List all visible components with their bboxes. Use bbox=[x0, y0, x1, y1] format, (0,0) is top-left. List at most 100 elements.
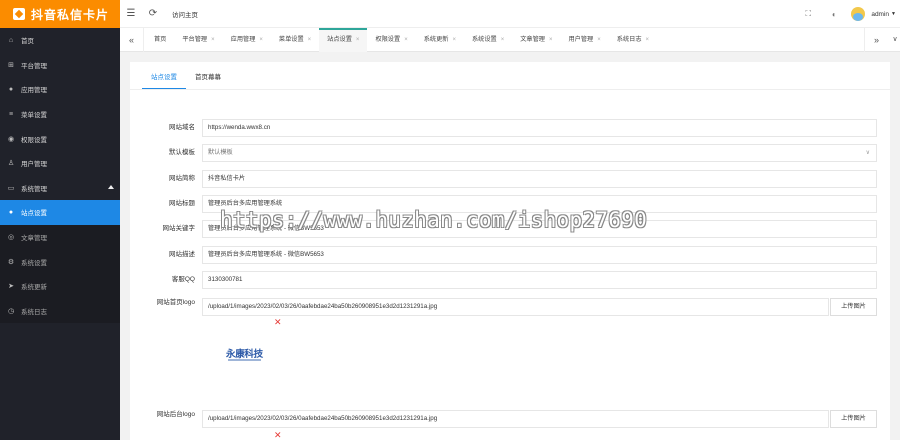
site-description-input[interactable]: 管理员后台多应用管理系统 - 微信BW5653 bbox=[202, 246, 877, 264]
sidebar-item-system[interactable]: ▭ 系统管理 bbox=[0, 176, 120, 201]
sidebar-item-label: 用户管理 bbox=[21, 161, 47, 169]
tab-label: 首页 bbox=[154, 36, 167, 43]
visit-home-link[interactable]: 访问主页 bbox=[172, 9, 198, 19]
close-icon[interactable]: × bbox=[501, 37, 505, 43]
tab-item[interactable]: 系统设置 × bbox=[464, 28, 512, 52]
tab-item[interactable]: 文章管理 × bbox=[512, 28, 560, 52]
sidebar-item-platform[interactable]: ⊞ 平台管理 bbox=[0, 53, 120, 78]
watermark-text: https://www.huzhan.com/ishop27690 bbox=[220, 208, 648, 232]
tab-label: 应用管理 bbox=[230, 36, 256, 43]
close-icon[interactable]: × bbox=[597, 37, 601, 43]
top-header: ☰ ⟳ 访问主页 ⛶ ◐ admin ▼ bbox=[120, 0, 900, 28]
form-row-description: 网站描述 管理员后台多应用管理系统 - 微信BW5653 bbox=[130, 246, 890, 264]
close-icon[interactable]: × bbox=[646, 37, 650, 43]
field-label: 默认模板 bbox=[169, 149, 195, 156]
subtab-home-screen[interactable]: 首页幕幕 bbox=[186, 68, 230, 90]
tab-item[interactable]: 系统更新 × bbox=[416, 28, 464, 52]
theme-icon[interactable]: ◐ bbox=[821, 10, 847, 19]
tab-item[interactable]: 菜单设置 × bbox=[271, 28, 319, 52]
gear-icon: ⚙ bbox=[7, 258, 15, 266]
sidebar-item-home[interactable]: ⌂ 首页 bbox=[0, 28, 120, 53]
tab-item[interactable]: 应用管理 × bbox=[223, 28, 271, 52]
avatar[interactable] bbox=[851, 7, 866, 21]
close-icon[interactable]: × bbox=[356, 37, 360, 43]
sidebar-item-site-settings[interactable]: ● 站点设置 bbox=[0, 200, 120, 225]
logo-preview-text: 永康科技 bbox=[226, 349, 263, 360]
user-name[interactable]: admin bbox=[871, 11, 889, 18]
service-qq-input[interactable]: 3130300781 bbox=[202, 271, 877, 289]
tab-scroll-right-icon[interactable]: » bbox=[864, 28, 888, 52]
site-domain-input[interactable]: https://wenda.wwx8.cn bbox=[202, 119, 877, 137]
sidebar-item-label: 系统管理 bbox=[21, 185, 47, 193]
grid-icon: ⊞ bbox=[8, 61, 14, 69]
sidebar-item-label: 应用管理 bbox=[21, 87, 47, 95]
remove-image-icon[interactable]: ✕ bbox=[274, 317, 282, 328]
tab-menu-icon[interactable]: ∨ bbox=[890, 28, 900, 52]
tab-label: 系统设置 bbox=[471, 36, 497, 43]
close-icon[interactable]: × bbox=[259, 37, 263, 43]
sidebar-item-label: 文章管理 bbox=[21, 235, 47, 243]
sidebar-item-label: 菜单设置 bbox=[21, 112, 47, 120]
sidebar: 抖音私信卡片 ⌂ 首页 ⊞ 平台管理 ● 应用管理 ≡ 菜单设置 ◉ 权限设置 ♙ 用户管理… bbox=[0, 0, 120, 440]
monitor-icon: ▭ bbox=[7, 184, 15, 192]
form-row-home-logo: 网站首页logo /upload/1/images/2023/02/03/26/… bbox=[130, 298, 890, 316]
admin-logo-path-input[interactable]: /upload/1/images/2023/02/03/26/0aafebdae… bbox=[202, 410, 829, 428]
sidebar-item-system-settings[interactable]: ⚙ 系统设置 bbox=[0, 249, 120, 274]
default-template-select[interactable]: 默认模板 ∨ bbox=[202, 144, 877, 162]
header-right: ⛶ ◐ admin ▼ bbox=[795, 0, 900, 28]
site-short-name-input[interactable]: 抖音私信卡片 bbox=[202, 170, 877, 188]
sidebar-item-label: 首页 bbox=[21, 38, 34, 46]
app-icon: ● bbox=[8, 85, 14, 93]
form-row-short-name: 网站简称 抖音私信卡片 bbox=[130, 170, 890, 188]
field-label: 网站简称 bbox=[169, 175, 195, 182]
sidebar-item-label: 系统日志 bbox=[21, 308, 47, 316]
tab-scroll-left-icon[interactable]: « bbox=[120, 28, 144, 52]
tab-label: 菜单设置 bbox=[278, 36, 304, 43]
sidebar-item-label: 系统更新 bbox=[21, 284, 47, 292]
sidebar-item-menu[interactable]: ≡ 菜单设置 bbox=[0, 102, 120, 127]
sidebar-item-apps[interactable]: ● 应用管理 bbox=[0, 77, 120, 102]
subtab-site-settings[interactable]: 站点设置 bbox=[142, 68, 186, 90]
upload-home-logo-button[interactable]: 上传图片 bbox=[830, 298, 877, 316]
sidebar-item-system-log[interactable]: ◷ 系统日志 bbox=[0, 298, 120, 324]
refresh-icon[interactable]: ⟳ bbox=[142, 8, 164, 19]
home-logo-path-input[interactable]: /upload/1/images/2023/02/03/26/0aafebdae… bbox=[202, 298, 829, 316]
tab-item[interactable]: 系统日志 × bbox=[609, 28, 657, 52]
form-row-default-template: 默认模板 默认模板 ∨ bbox=[130, 144, 890, 162]
tab-label: 权限设置 bbox=[375, 36, 401, 43]
content-panel: 站点设置 首页幕幕 网站域名 https://wenda.wwx8.cn 默认模… bbox=[130, 62, 890, 440]
tab-item[interactable]: 首页 bbox=[146, 28, 174, 52]
sidebar-item-label: 系统设置 bbox=[21, 259, 47, 267]
tab-label: 文章管理 bbox=[520, 36, 545, 43]
tab-item[interactable]: 站点设置 × bbox=[319, 28, 368, 52]
sidebar-item-label: 平台管理 bbox=[21, 62, 47, 70]
field-label: 网站标题 bbox=[169, 200, 195, 207]
close-icon[interactable]: × bbox=[404, 37, 408, 43]
sidebar-item-permissions[interactable]: ◉ 权限设置 bbox=[0, 126, 120, 151]
remove-image-icon[interactable]: ✕ bbox=[274, 430, 282, 440]
upload-admin-logo-button[interactable]: 上传图片 bbox=[830, 410, 877, 428]
sidebar-item-users[interactable]: ♙ 用户管理 bbox=[0, 151, 120, 176]
menu-icon: ≡ bbox=[8, 110, 14, 118]
field-label: 网站描述 bbox=[169, 251, 195, 258]
tab-item[interactable]: 权限设置 × bbox=[367, 28, 415, 52]
close-icon[interactable]: × bbox=[549, 37, 553, 43]
close-icon[interactable]: × bbox=[211, 37, 215, 43]
tab-item[interactable]: 用户管理 × bbox=[561, 28, 609, 52]
fullscreen-icon[interactable]: ⛶ bbox=[795, 9, 821, 19]
sidebar-item-label: 站点设置 bbox=[21, 210, 47, 218]
chevron-down-icon[interactable]: ▼ bbox=[891, 11, 896, 17]
sidebar-item-articles[interactable]: ◎ 文章管理 bbox=[0, 224, 120, 250]
tab-label: 平台管理 bbox=[182, 36, 208, 43]
user-icon: ♙ bbox=[7, 160, 15, 168]
tab-label: 用户管理 bbox=[568, 36, 594, 43]
close-icon[interactable]: × bbox=[452, 37, 456, 43]
sidebar-item-system-update[interactable]: ➤ 系统更新 bbox=[0, 273, 120, 299]
menu-toggle-icon[interactable]: ☰ bbox=[120, 8, 142, 19]
field-label: 网站首页logo bbox=[156, 299, 195, 306]
tab-item[interactable]: 平台管理 × bbox=[174, 28, 222, 52]
shield-icon: ◉ bbox=[7, 135, 15, 143]
brand-logo[interactable]: 抖音私信卡片 bbox=[0, 0, 120, 28]
sidebar-item-label: 权限设置 bbox=[21, 136, 47, 144]
close-icon[interactable]: × bbox=[308, 37, 312, 43]
